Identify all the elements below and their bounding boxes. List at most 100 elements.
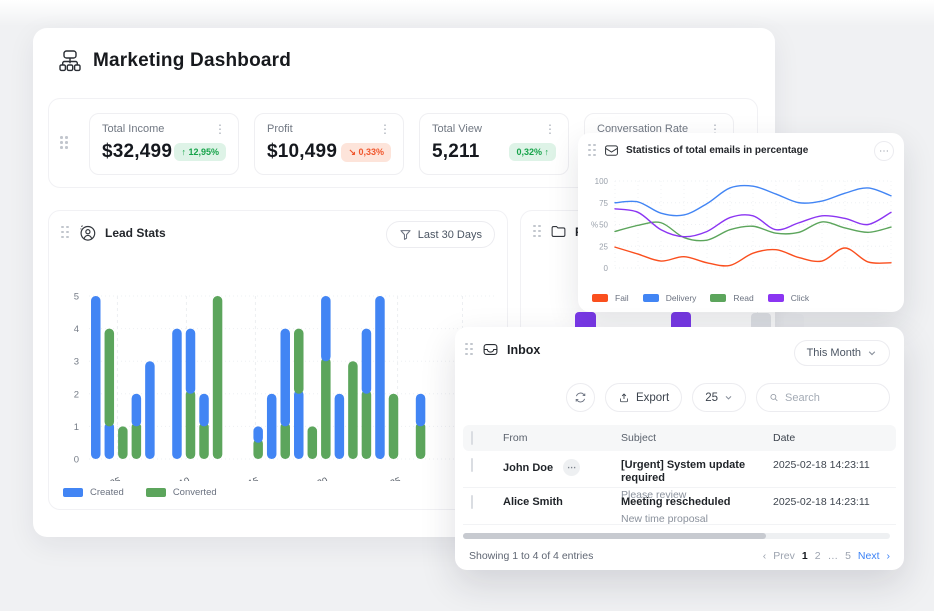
sender-name: John Doe	[503, 462, 553, 474]
legend-item: Fail	[592, 293, 629, 303]
next-chevron-icon[interactable]: ›	[887, 550, 891, 562]
svg-text:2025-03-25: 2025-03-25	[353, 476, 402, 481]
chevron-down-icon	[724, 393, 733, 402]
svg-text:%: %	[591, 221, 598, 230]
svg-text:1: 1	[74, 422, 79, 433]
email-date: 2025-02-18 14:23:11	[773, 496, 896, 508]
email-subject: Meeting rescheduled	[621, 496, 773, 509]
drag-handle-icon[interactable]	[588, 144, 597, 158]
svg-text:0: 0	[74, 455, 79, 466]
drag-handle-icon[interactable]	[60, 136, 69, 150]
legend-item: Read	[710, 293, 753, 303]
stat-value: $32,499	[102, 141, 172, 163]
svg-text:2025-03-20: 2025-03-20	[280, 476, 329, 481]
drag-handle-icon[interactable]	[533, 225, 542, 239]
svg-text:2025-03-15: 2025-03-15	[211, 476, 260, 481]
kebab-menu-icon[interactable]: ⋮	[214, 124, 226, 134]
table-header-row: From Subject Date	[463, 425, 896, 451]
export-label: Export	[636, 392, 669, 404]
kebab-menu-icon[interactable]: ⋮	[379, 124, 391, 134]
svg-text:100: 100	[595, 177, 609, 186]
stat-label: Total Income	[102, 123, 164, 135]
svg-text:0: 0	[604, 264, 609, 273]
stat-card-profit: Profit ⋮ $10,499 ↘ 0,33%	[254, 113, 404, 175]
column-header-from: From	[503, 432, 621, 444]
svg-text:3: 3	[74, 357, 79, 368]
export-button[interactable]: Export	[605, 383, 682, 412]
svg-text:4: 4	[74, 324, 79, 335]
row-checkbox[interactable]	[471, 495, 473, 509]
sender-name: Alice Smith	[503, 496, 563, 508]
chevron-down-icon	[867, 348, 877, 358]
stat-value: $10,499	[267, 141, 337, 163]
export-icon	[618, 392, 630, 404]
next-button[interactable]: Next	[858, 550, 880, 562]
card-more-button[interactable]: ⋯	[874, 141, 894, 161]
select-all-checkbox[interactable]	[471, 431, 473, 445]
scrollbar-thumb[interactable]	[463, 533, 766, 539]
svg-text:50: 50	[599, 221, 608, 230]
row-menu-button[interactable]: ⋯	[563, 459, 580, 476]
lead-stats-bar-chart: 0 1 2 3 4 5 2025-03-05 2025-03-10 2025-03-15 2025…	[49, 211, 509, 481]
stat-label: Total View	[432, 123, 482, 135]
svg-text:75: 75	[599, 199, 608, 208]
lead-legend: Created Converted	[63, 487, 217, 498]
prev-chevron-icon[interactable]: ‹	[763, 550, 767, 562]
legend-item: Converted	[146, 487, 217, 498]
horizontal-scrollbar[interactable]	[463, 533, 890, 539]
folder-icon	[550, 223, 567, 240]
trend-badge: 0,32% ↑	[509, 143, 556, 161]
search-box[interactable]	[756, 383, 890, 412]
card-title: Statistics of total emails in percentage	[626, 145, 808, 156]
stat-label: Profit	[267, 123, 293, 135]
column-header-subject: Subject	[621, 432, 773, 444]
page-number[interactable]: 1	[802, 550, 808, 562]
lead-stats-card: Lead Stats Last 30 Days 0123452025-03-05…	[48, 210, 508, 510]
trend-badge: ↑ 12,95%	[174, 143, 226, 161]
email-stats-card: Statistics of total emails in percentage…	[578, 133, 904, 312]
sitemap-icon	[57, 48, 83, 74]
refresh-button[interactable]	[566, 383, 595, 412]
inbox-toolbar: Export 25	[566, 383, 890, 412]
inbox-table: From Subject Date John Doe ⋯ [Urgent] Sy…	[463, 425, 896, 525]
refresh-icon	[574, 391, 587, 404]
entries-summary: Showing 1 to 4 of 4 entries	[469, 550, 593, 562]
legend-item: Created	[63, 487, 124, 498]
email-date: 2025-02-18 14:23:11	[773, 459, 896, 471]
period-select[interactable]: This Month	[794, 340, 890, 366]
column-header-date: Date	[773, 432, 896, 444]
legend-item: Delivery	[643, 293, 697, 303]
stat-card-total-income: Total Income ⋮ $32,499 ↑ 12,95%	[89, 113, 239, 175]
email-preview: New time proposal	[621, 513, 773, 525]
prev-button[interactable]: Prev	[773, 550, 795, 562]
svg-text:25: 25	[599, 242, 608, 251]
svg-text:2025-03-10: 2025-03-10	[142, 476, 191, 481]
stat-value: 5,211	[432, 141, 480, 163]
email-legend: Fail Delivery Read Click	[592, 293, 809, 303]
envelope-icon	[604, 143, 619, 158]
kebab-menu-icon[interactable]: ⋮	[544, 124, 556, 134]
dashboard-page: Marketing Dashboard Total Income ⋮ $32,4…	[0, 0, 934, 611]
svg-text:2025-03-05: 2025-03-05	[73, 476, 122, 481]
search-input[interactable]	[785, 392, 877, 404]
row-checkbox[interactable]	[471, 458, 473, 472]
page-number[interactable]: 2	[815, 550, 821, 562]
page-number[interactable]: 5	[845, 550, 851, 562]
card-title: Inbox	[507, 343, 540, 357]
pagination: ‹Prev12…5Next›	[763, 550, 890, 562]
page-size-select[interactable]: 25	[692, 383, 746, 412]
svg-text:2: 2	[74, 389, 79, 400]
email-subject: [Urgent] System update required	[621, 459, 773, 485]
page-header: Marketing Dashboard	[57, 48, 291, 74]
legend-item: Click	[768, 293, 809, 303]
drag-handle-icon[interactable]	[465, 343, 474, 357]
page-size-value: 25	[705, 392, 718, 404]
page-title: Marketing Dashboard	[93, 50, 291, 72]
table-row[interactable]: John Doe ⋯ [Urgent] System update requir…	[463, 451, 896, 488]
search-icon	[769, 391, 779, 404]
inbox-card: Inbox This Month Export 25	[455, 327, 904, 570]
svg-text:5: 5	[74, 292, 79, 303]
stat-card-total-view: Total View ⋮ 5,211 0,32% ↑	[419, 113, 569, 175]
period-label: This Month	[807, 347, 861, 359]
inbox-icon	[482, 341, 499, 358]
